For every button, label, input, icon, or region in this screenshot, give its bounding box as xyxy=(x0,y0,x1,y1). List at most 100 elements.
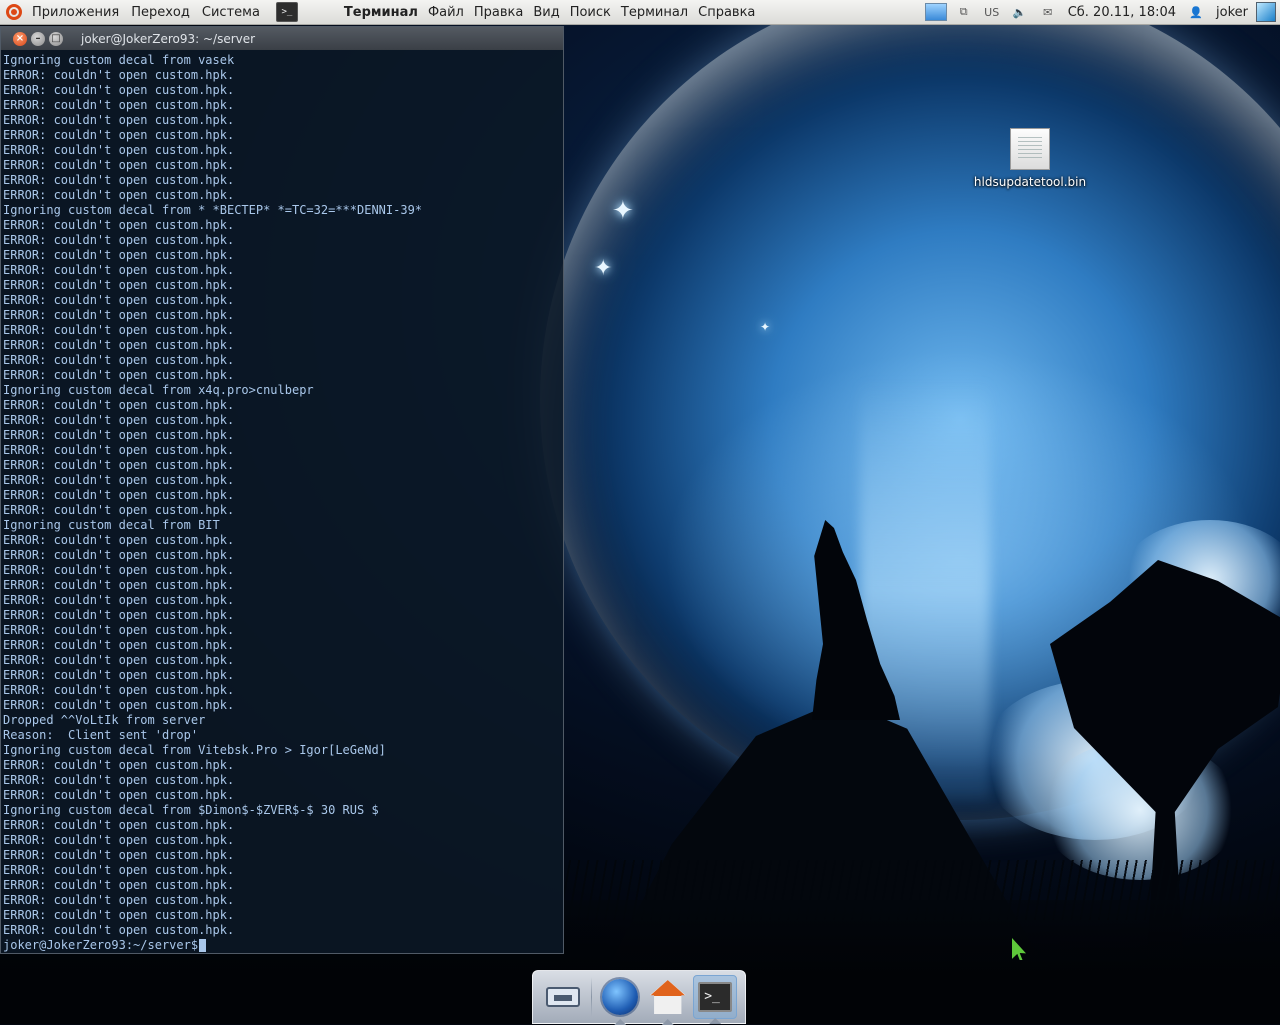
terminal-line: ERROR: couldn't open custom.hpk. xyxy=(3,683,235,697)
terminal-line: ERROR: couldn't open custom.hpk. xyxy=(3,668,235,682)
app-menu-terminal-title[interactable]: Терминал xyxy=(308,5,423,20)
user-menu[interactable]: joker xyxy=(1210,5,1254,20)
terminal-line: ERROR: couldn't open custom.hpk. xyxy=(3,698,235,712)
scene-applet-icon[interactable] xyxy=(924,3,947,21)
terminal-line: ERROR: couldn't open custom.hpk. xyxy=(3,608,235,622)
system-tray: ⧉ US 🔈 ✉ Сб. 20.11, 18:04 👤 joker xyxy=(922,0,1280,24)
terminal-line: ERROR: couldn't open custom.hpk. xyxy=(3,158,235,172)
terminal-line: ERROR: couldn't open custom.hpk. xyxy=(3,773,235,787)
terminal-line: ERROR: couldn't open custom.hpk. xyxy=(3,593,235,607)
mail-icon[interactable]: ✉ xyxy=(1037,3,1059,21)
terminal-titlebar[interactable]: × – □ joker@JokerZero93: ~/server xyxy=(1,27,563,50)
app-menu-help[interactable]: Справка xyxy=(693,5,760,20)
terminal-line: ERROR: couldn't open custom.hpk. xyxy=(3,548,235,562)
running-indicator-icon xyxy=(661,1019,674,1025)
terminal-line: ERROR: couldn't open custom.hpk. xyxy=(3,503,235,517)
terminal-line: ERROR: couldn't open custom.hpk. xyxy=(3,173,235,187)
terminal-prompt-line[interactable]: joker@JokerZero93:~/server$ xyxy=(3,938,563,953)
terminal-line: Ignoring custom decal from BIT xyxy=(3,518,220,532)
app-menu-edit[interactable]: Правка xyxy=(469,5,528,20)
terminal-line: Ignoring custom decal from x4q.pro>cnulb… xyxy=(3,383,314,397)
terminal-window[interactable]: × – □ joker@JokerZero93: ~/server Ignori… xyxy=(0,26,564,954)
volume-icon[interactable]: 🔈 xyxy=(1009,3,1031,21)
terminal-line: ERROR: couldn't open custom.hpk. xyxy=(3,353,235,367)
terminal-line: ERROR: couldn't open custom.hpk. xyxy=(3,833,235,847)
terminal-line: ERROR: couldn't open custom.hpk. xyxy=(3,143,235,157)
terminal-line: ERROR: couldn't open custom.hpk. xyxy=(3,83,235,97)
text-cursor xyxy=(199,939,207,952)
terminal-line: ERROR: couldn't open custom.hpk. xyxy=(3,248,235,262)
running-indicator-icon xyxy=(709,1018,722,1024)
workspace-icon xyxy=(545,987,580,1007)
terminal-line: ERROR: couldn't open custom.hpk. xyxy=(3,398,235,412)
terminal-line: ERROR: couldn't open custom.hpk. xyxy=(3,218,235,232)
home-folder-icon xyxy=(649,980,686,1014)
keyboard-layout-indicator[interactable]: US xyxy=(981,3,1003,21)
terminal-line: ERROR: couldn't open custom.hpk. xyxy=(3,113,235,127)
app-menu-view[interactable]: Вид xyxy=(528,5,564,20)
menu-system[interactable]: Система xyxy=(196,5,266,20)
document-icon[interactable] xyxy=(1010,128,1050,170)
terminal-line: ERROR: couldn't open custom.hpk. xyxy=(3,368,235,382)
user-icon[interactable]: 👤 xyxy=(1185,3,1207,21)
show-desktop-icon[interactable] xyxy=(1256,2,1276,22)
terminal-line: ERROR: couldn't open custom.hpk. xyxy=(3,473,235,487)
terminal-line: ERROR: couldn't open custom.hpk. xyxy=(3,788,235,802)
terminal-line: ERROR: couldn't open custom.hpk. xyxy=(3,563,235,577)
terminal-line: ERROR: couldn't open custom.hpk. xyxy=(3,68,235,82)
dock-item-terminal[interactable]: >_ xyxy=(693,975,737,1024)
terminal-line: ERROR: couldn't open custom.hpk. xyxy=(3,893,235,907)
terminal-line: ERROR: couldn't open custom.hpk. xyxy=(3,413,235,427)
app-menu-search[interactable]: Поиск xyxy=(565,5,616,20)
terminal-line: ERROR: couldn't open custom.hpk. xyxy=(3,653,235,667)
app-menu-terminal[interactable]: Терминал xyxy=(616,5,693,20)
terminal-line: ERROR: couldn't open custom.hpk. xyxy=(3,293,235,307)
running-indicator-icon xyxy=(614,1019,627,1025)
terminal-line: ERROR: couldn't open custom.hpk. xyxy=(3,908,235,922)
dock-item-workspace-switcher[interactable] xyxy=(541,975,585,1019)
terminal-line: ERROR: couldn't open custom.hpk. xyxy=(3,308,235,322)
terminal-line: ERROR: couldn't open custom.hpk. xyxy=(3,863,235,877)
terminal-line: ERROR: couldn't open custom.hpk. xyxy=(3,638,235,652)
terminal-line: ERROR: couldn't open custom.hpk. xyxy=(3,818,235,832)
ubuntu-logo-icon[interactable] xyxy=(6,4,22,20)
terminal-line: Reason: Client sent 'drop' xyxy=(3,728,199,742)
window-list-icon[interactable]: ⧉ xyxy=(953,3,975,21)
terminal-line: Ignoring custom decal from vasek xyxy=(3,53,235,67)
terminal-line: ERROR: couldn't open custom.hpk. xyxy=(3,428,235,442)
dock: >_ xyxy=(532,970,746,1025)
terminal-line: ERROR: couldn't open custom.hpk. xyxy=(3,623,235,637)
menu-applications[interactable]: Приложения xyxy=(26,5,125,20)
terminal-prompt: joker@JokerZero93:~/server$ xyxy=(3,938,199,952)
terminal-line: ERROR: couldn't open custom.hpk. xyxy=(3,323,235,337)
terminal-icon: >_ xyxy=(698,982,733,1012)
desktop-file-icon[interactable]: hldsupdatetool.bin xyxy=(968,128,1092,189)
terminal-line: Ignoring custom decal from * *BECTEP* *=… xyxy=(3,203,423,217)
dock-item-firefox[interactable] xyxy=(598,975,642,1025)
clock[interactable]: Сб. 20.11, 18:04 xyxy=(1062,5,1182,20)
app-menu-file[interactable]: Файл xyxy=(423,5,469,20)
maximize-button[interactable]: □ xyxy=(49,31,63,46)
terminal-line: ERROR: couldn't open custom.hpk. xyxy=(3,263,235,277)
terminal-line: ERROR: couldn't open custom.hpk. xyxy=(3,128,235,142)
menu-places[interactable]: Переход xyxy=(125,5,196,20)
terminal-line: ERROR: couldn't open custom.hpk. xyxy=(3,923,235,937)
terminal-line: Ignoring custom decal from $Dimon$-$ZVER… xyxy=(3,803,379,817)
desktop-file-label[interactable]: hldsupdatetool.bin xyxy=(968,175,1092,189)
dock-item-home-folder[interactable] xyxy=(646,975,690,1025)
close-button[interactable]: × xyxy=(13,31,27,46)
minimize-button[interactable]: – xyxy=(31,31,45,46)
terminal-line: ERROR: couldn't open custom.hpk. xyxy=(3,278,235,292)
terminal-line: ERROR: couldn't open custom.hpk. xyxy=(3,338,235,352)
firefox-icon xyxy=(602,979,639,1015)
terminal-line: ERROR: couldn't open custom.hpk. xyxy=(3,488,235,502)
terminal-output[interactable]: Ignoring custom decal from vasek ERROR: c… xyxy=(1,50,563,953)
terminal-launcher-icon[interactable]: >_ xyxy=(275,2,298,22)
terminal-line: ERROR: couldn't open custom.hpk. xyxy=(3,233,235,247)
terminal-line: ERROR: couldn't open custom.hpk. xyxy=(3,848,235,862)
wallpaper-star: ✦ xyxy=(612,196,634,226)
terminal-line: ERROR: couldn't open custom.hpk. xyxy=(3,533,235,547)
terminal-line: Dropped ^^VoLtIk from server xyxy=(3,713,206,727)
terminal-line: ERROR: couldn't open custom.hpk. xyxy=(3,188,235,202)
top-panel: Приложения Переход Система >_ Терминал Ф… xyxy=(0,0,1280,25)
